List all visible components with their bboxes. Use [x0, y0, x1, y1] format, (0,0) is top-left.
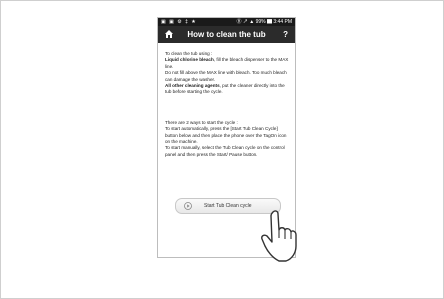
help-icon[interactable]: ?: [283, 26, 288, 43]
instructions-text: To clean the tub using : Liquid chlorine…: [165, 51, 290, 158]
status-bar: ▣ ▣ ⚙ ‡ ★ Ⓑ ↗ ▲ 99% ▇ 3:44 PM: [158, 18, 295, 26]
other-agents-instruction: All other cleaning agents, put the clean…: [165, 83, 290, 96]
bleach-label: Liquid chlorine bleach: [165, 57, 214, 63]
auto-start-text: To start automatically, press the [Start…: [165, 126, 287, 145]
manual-start-text: To start manually, select the Tub Clean …: [165, 145, 285, 157]
status-notification-icons: ▣ ▣ ⚙ ‡ ★: [161, 19, 197, 25]
bleach-warning: Do not fill above the MAX line with blea…: [165, 70, 287, 82]
play-icon: [184, 202, 192, 210]
document-frame: ▣ ▣ ⚙ ‡ ★ Ⓑ ↗ ▲ 99% ▇ 3:44 PM How to cle…: [0, 0, 444, 299]
pointing-hand-icon: [261, 210, 297, 262]
home-icon[interactable]: [164, 29, 174, 39]
page-title: How to clean the tub: [187, 30, 266, 39]
title-bar: How to clean the tub ?: [158, 26, 295, 43]
start-button-label: Start Tub Clean cycle: [204, 203, 252, 209]
status-system-info: Ⓑ ↗ ▲ 99% ▇ 3:44 PM: [236, 19, 292, 25]
other-agents-label: All other cleaning agents: [165, 83, 220, 89]
bleach-instruction: Liquid chlorine bleach, fill the bleach …: [165, 57, 290, 70]
